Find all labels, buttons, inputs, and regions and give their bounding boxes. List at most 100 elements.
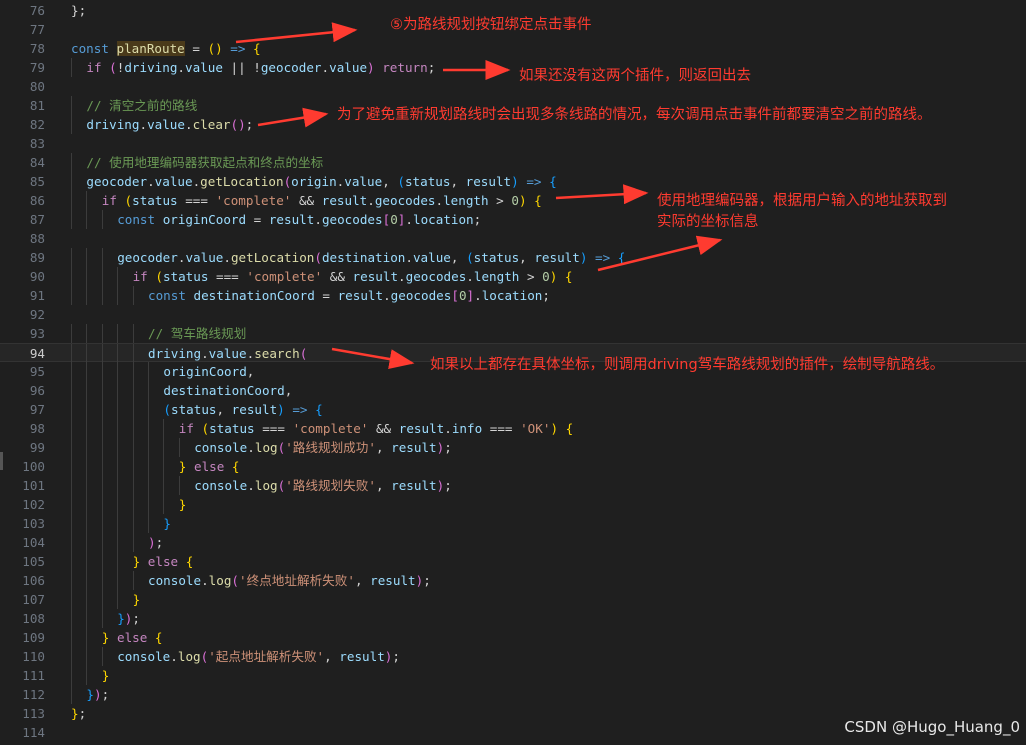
code-token: geocoder [86,174,148,189]
code-line[interactable]: 91 const destinationCoord = result.geocod… [0,286,1026,305]
indent-guide [117,438,119,457]
annotation-return-check: 如果还没有这两个插件，则返回出去 [519,68,751,84]
indent-guide [132,344,134,363]
code-line[interactable]: 78 const planRoute = () => { [0,39,1026,58]
code-line[interactable]: 112}); [0,685,1026,704]
code-line[interactable]: 80 [0,77,1026,96]
code-token: const [117,212,163,227]
code-text: } [133,590,141,609]
code-token: result [352,269,399,284]
indent-guide [117,571,119,590]
code-token: ( [314,250,322,265]
code-token: status [132,193,178,208]
code-text: }; [71,1,86,20]
code-token: => [230,41,246,56]
code-line[interactable]: 99 console.log('路线规划成功', result); [0,438,1026,457]
code-line[interactable]: 98 if (status === 'complete' && result.in… [0,419,1026,438]
code-token: console [148,573,202,588]
code-token: result [370,573,416,588]
indent-guide [117,324,119,343]
code-token: log [254,478,278,493]
code-line[interactable]: 104); [0,533,1026,552]
code-line[interactable]: 102} [0,495,1026,514]
code-line[interactable]: 83 [0,134,1026,153]
code-token: { [534,193,542,208]
code-line[interactable]: 103} [0,514,1026,533]
code-line[interactable]: 101 console.log('路线规划失败', result); [0,476,1026,495]
code-token: ; [542,288,550,303]
indent-guide [71,647,72,666]
indent-guide [86,628,88,647]
code-token: } [86,687,94,702]
code-line[interactable]: 84 // 使用地理编码器获取起点和终点的坐标 [0,153,1026,172]
code-line[interactable]: 97 (status, result) => { [0,400,1026,419]
code-text: if (status === 'complete' && result.geoc… [133,267,573,286]
code-token: destination [321,250,406,265]
code-line[interactable]: 87 const originCoord = result.geocodes[0]… [0,210,1026,229]
code-token: . [170,649,178,664]
code-token: , [450,174,466,189]
code-line[interactable]: 111} [0,666,1026,685]
code-line[interactable]: 93 // 驾车路线规划 [0,324,1026,343]
code-token: result [391,478,437,493]
code-line[interactable]: 107} [0,590,1026,609]
line-number: 107 [22,592,45,607]
code-token: , [284,383,293,398]
code-token: // 清空之前的路线 [86,98,198,113]
indent-guide [71,628,72,647]
code-text: const originCoord = result.geocodes[0].l… [117,210,481,229]
line-number: 92 [29,307,45,322]
code-token: , [450,250,467,265]
code-token: result [268,212,315,227]
code-line[interactable]: 109} else { [0,628,1026,647]
code-line[interactable]: 92 [0,305,1026,324]
line-number: 105 [22,554,45,569]
code-token: => [595,250,611,265]
code-line[interactable]: 79 if (!driving.value || !geocoder.value)… [0,58,1026,77]
indent-guide [132,514,134,533]
code-token: value [154,174,193,189]
indent-guide [86,647,88,666]
code-token: [ [451,288,459,303]
code-line[interactable]: 105} else { [0,552,1026,571]
indent-guide [86,400,88,419]
code-text: const planRoute = () => { [71,39,261,58]
line-number: 88 [29,231,45,246]
code-token: else [116,630,148,645]
code-line[interactable]: 89 geocoder.value.getLocation(destination… [0,248,1026,267]
code-token: ( [397,174,405,189]
code-line[interactable]: 110 console.log('起点地址解析失败', result); [0,647,1026,666]
code-token: driving [124,60,178,75]
indent-guide [86,552,88,571]
code-token: ; [444,440,452,455]
line-number: 100 [22,459,45,474]
code-line[interactable]: 106 console.log('终点地址解析失败', result); [0,571,1026,590]
code-token: ( [163,402,171,417]
code-line[interactable]: 96 destinationCoord, [0,381,1026,400]
code-token: ; [444,478,452,493]
indent-guide [86,571,88,590]
code-token: . [177,60,185,75]
code-line[interactable]: 100} else { [0,457,1026,476]
code-token: ) [550,421,559,436]
code-token: log [254,440,278,455]
code-token: origin [291,174,337,189]
code-token: ( [124,193,133,208]
code-token: . [405,250,413,265]
indent-guide [148,457,149,476]
scroll-indicator[interactable] [0,452,3,470]
code-token: 'OK' [520,421,551,436]
code-token: // 使用地理编码器获取起点和终点的坐标 [86,155,324,170]
code-line[interactable]: 88 [0,229,1026,248]
code-token: value [344,174,383,189]
indent-guide [71,362,72,381]
code-token: if [86,60,110,75]
code-token: ; [155,535,164,550]
code-token: , [246,364,255,379]
indent-guide [148,438,149,457]
code-line[interactable]: 90 if (status === 'complete' && result.ge… [0,267,1026,286]
code-line[interactable]: 108}); [0,609,1026,628]
code-token: 'complete' [246,269,323,284]
indent-guide [71,344,72,363]
